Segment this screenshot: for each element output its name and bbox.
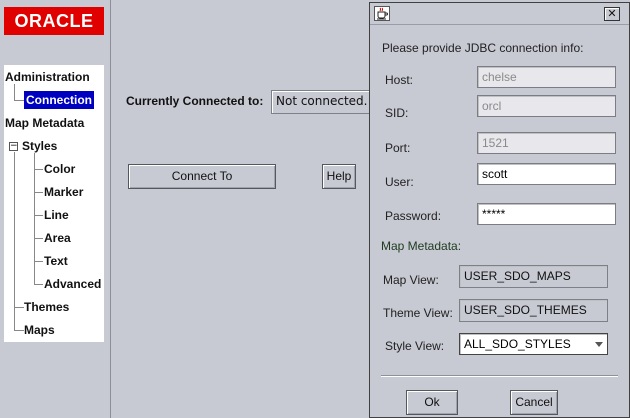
map-view-label: Map View: (383, 273, 439, 287)
tree-item-area[interactable]: Area (44, 229, 71, 247)
tree-item-color[interactable]: Color (44, 160, 75, 178)
tree-line (34, 192, 43, 193)
user-label: User: (385, 175, 414, 189)
tree-line (34, 238, 43, 239)
tree-line (34, 153, 35, 285)
port-label: Port: (385, 141, 411, 155)
tree-item-connection[interactable]: Connection (24, 91, 94, 109)
sid-field[interactable]: orcl (477, 95, 616, 117)
style-view-selected: ALL_SDO_STYLES (464, 337, 571, 351)
connect-to-button[interactable]: Connect To (128, 164, 276, 189)
sid-label: SID: (385, 106, 409, 120)
tree-item-maps[interactable]: Maps (24, 321, 55, 339)
close-icon[interactable]: ✕ (604, 7, 620, 21)
tree-item-map-metadata[interactable]: Map Metadata (5, 114, 84, 132)
tree-item-text[interactable]: Text (44, 252, 68, 270)
map-view-field: USER_SDO_MAPS (459, 265, 608, 288)
tree-item-marker[interactable]: Marker (44, 183, 83, 201)
tree-line (14, 152, 15, 331)
navigation-tree: Administration Connection Map Metadata −… (4, 65, 104, 342)
password-label: Password: (385, 209, 442, 223)
dialog-prompt: Please provide JDBC connection info: (382, 41, 584, 55)
tree-line (34, 215, 43, 216)
tree-item-line[interactable]: Line (44, 206, 69, 224)
cancel-button[interactable]: Cancel (510, 390, 558, 415)
tree-line (34, 169, 43, 170)
style-view-dropdown[interactable]: ALL_SDO_STYLES (459, 333, 608, 355)
dialog-title-bar[interactable]: ✕ (370, 3, 629, 25)
tree-line (34, 284, 43, 285)
theme-view-label: Theme View: (383, 306, 453, 320)
tree-line (14, 84, 15, 101)
tree-line (34, 261, 43, 262)
tree-item-administration[interactable]: Administration (5, 68, 90, 86)
style-view-label: Style View: (385, 339, 445, 353)
navigation-pane: ORACLE Administration Connection Map Met… (0, 0, 111, 418)
connection-panel: Currently Connected to: Not connected. C… (115, 0, 381, 418)
user-field[interactable]: scott (477, 163, 616, 185)
dialog-divider (381, 375, 618, 377)
tree-line (14, 307, 24, 308)
tree-line (14, 330, 24, 331)
ok-button[interactable]: Ok (406, 390, 458, 415)
tree-item-styles[interactable]: Styles (22, 137, 57, 155)
collapse-icon[interactable]: − (9, 142, 18, 151)
connection-status-field: Not connected. (271, 90, 381, 114)
java-cup-icon (374, 6, 390, 21)
map-metadata-heading: Map Metadata: (381, 239, 462, 253)
host-label: Host: (385, 73, 414, 87)
chevron-down-icon (595, 342, 603, 347)
currently-connected-label: Currently Connected to: (126, 94, 264, 108)
password-field[interactable]: ***** (477, 203, 616, 225)
tree-item-themes[interactable]: Themes (24, 298, 69, 316)
port-field[interactable]: 1521 (477, 132, 616, 154)
tree-item-advanced[interactable]: Advanced (44, 275, 101, 293)
theme-view-field: USER_SDO_THEMES (459, 299, 608, 322)
help-button[interactable]: Help (322, 164, 356, 189)
host-field[interactable]: chelse (477, 66, 616, 88)
tree-line (14, 100, 24, 101)
jdbc-connection-dialog: ✕ Please provide JDBC connection info: H… (369, 2, 630, 418)
oracle-logo: ORACLE (4, 7, 104, 35)
